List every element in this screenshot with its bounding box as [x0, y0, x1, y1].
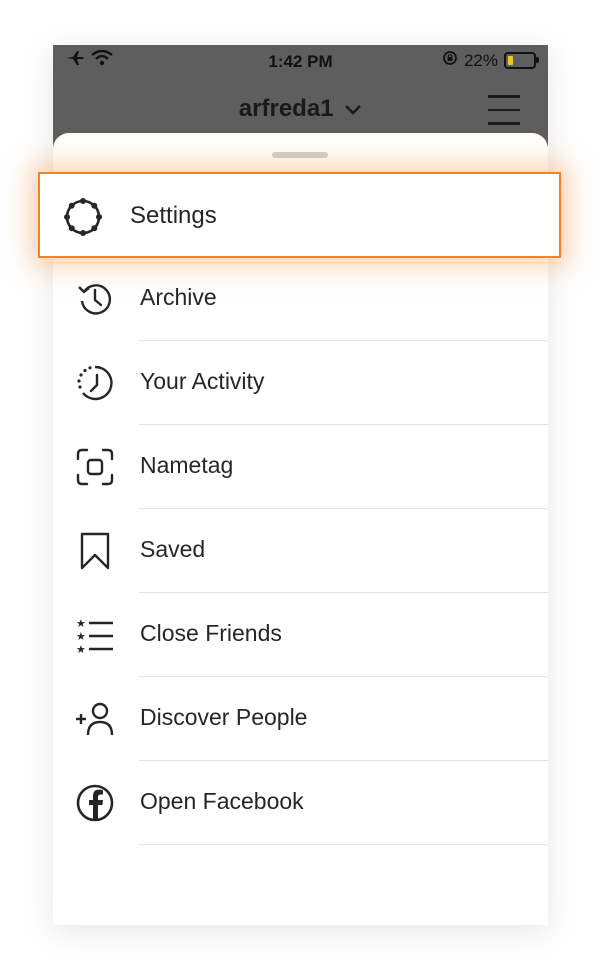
menu-label-settings: Settings: [130, 202, 217, 229]
menu-item-discover-people[interactable]: Discover People: [53, 677, 548, 761]
menu-item-close-friends[interactable]: ★ ★ ★ Close Friends: [53, 593, 548, 677]
nametag-scan-icon: [75, 447, 115, 487]
status-right: 22%: [442, 50, 539, 71]
menu-item-your-activity[interactable]: Your Activity: [53, 341, 548, 425]
bookmark-icon: [75, 531, 115, 571]
svg-text:★: ★: [76, 643, 86, 655]
settings-gear-icon: [62, 196, 104, 238]
activity-clock-icon: [75, 363, 115, 403]
menu-item-settings[interactable]: Settings: [38, 172, 561, 258]
menu-label-discover-people: Discover People: [140, 704, 308, 730]
menu-label-saved: Saved: [140, 536, 206, 562]
battery-percent: 22%: [463, 50, 498, 70]
account-switcher[interactable]: arfreda1: [53, 95, 548, 123]
close-friends-list-icon: ★ ★ ★: [75, 615, 115, 656]
archive-clock-icon: [75, 279, 115, 319]
menu-item-nametag[interactable]: Nametag: [53, 425, 548, 509]
menu-label-archive: Archive: [140, 284, 217, 310]
menu-icon[interactable]: [488, 95, 520, 125]
add-person-icon: [75, 699, 115, 739]
chevron-down-icon: [340, 95, 362, 122]
menu-item-archive[interactable]: Archive: [53, 257, 548, 341]
status-bar: 1:42 PM 22%: [53, 45, 548, 77]
battery-icon: [504, 52, 539, 69]
menu-label-nametag: Nametag: [140, 452, 234, 478]
menu-label-your-activity: Your Activity: [140, 368, 265, 394]
svg-text:★: ★: [76, 617, 86, 630]
sheet-grabber[interactable]: [272, 152, 328, 158]
divider: [139, 844, 548, 845]
menu-label-open-facebook: Open Facebook: [140, 788, 304, 814]
account-name: arfreda1: [238, 95, 334, 122]
menu-item-saved[interactable]: Saved: [53, 509, 548, 593]
orientation-lock-icon: [442, 50, 458, 71]
menu-item-open-facebook[interactable]: Open Facebook: [53, 761, 548, 845]
svg-text:★: ★: [76, 630, 86, 643]
facebook-icon: [75, 783, 115, 823]
menu-label-close-friends: Close Friends: [140, 620, 282, 646]
